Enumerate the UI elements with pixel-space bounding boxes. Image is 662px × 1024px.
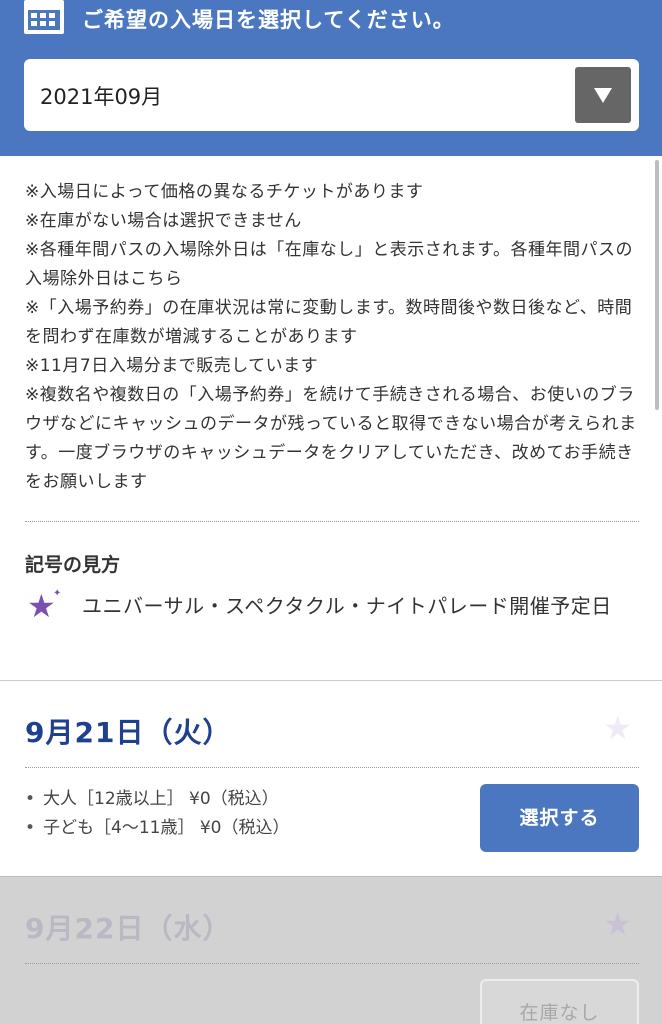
date-card-soldout: 9月22日（水） ★ 在庫なし: [0, 876, 662, 1024]
star-icon: ★: [603, 709, 632, 747]
date-selection-header: ご希望の入場日を選択してください。 2021年09月: [0, 0, 662, 156]
divider: [25, 963, 639, 964]
date-label: 9月22日（水）: [25, 912, 232, 945]
price-list: • 大人［12歳以上］ ¥0（税込） • 子ども［4〜11歳］ ¥0（税込）: [25, 785, 289, 843]
month-select[interactable]: 2021年09月: [24, 59, 639, 131]
legend-description: ユニバーサル・スペクタクル・ナイトパレード開催予定日: [82, 594, 612, 618]
notice-list: ※入場日によって価格の異なるチケットがあります ※在庫がない場合は選択できません…: [25, 178, 645, 497]
divider: [25, 521, 639, 522]
notice-item: ※入場日によって価格の異なるチケットがあります: [25, 182, 424, 202]
purple-star-icon: ★: [27, 587, 56, 625]
scrollbar[interactable]: [655, 160, 659, 410]
price-adult: 大人［12歳以上］ ¥0（税込）: [43, 789, 279, 809]
notice-item: ※複数名や複数日の「入場予約券」を続けて手続きされる場合、お使いのブラウザなどに…: [25, 385, 637, 492]
notice-item: ※11月7日入場分まで販売しています: [25, 356, 319, 376]
legend-title: 記号の見方: [25, 554, 121, 576]
month-select-value: 2021年09月: [40, 85, 163, 109]
price-item: • 子ども［4〜11歳］ ¥0（税込）: [25, 818, 290, 838]
date-card: 9月21日（火） ★ • 大人［12歳以上］ ¥0（税込） • 子ども［4〜11歳］…: [0, 680, 662, 876]
month-select-dropdown-button[interactable]: [575, 67, 631, 123]
sparkle-icon: ✦: [53, 588, 62, 599]
sold-out-button: 在庫なし: [480, 979, 639, 1024]
price-item: • 大人［12歳以上］ ¥0（税込）: [25, 789, 279, 809]
page-title: ご希望の入場日を選択してください。: [82, 8, 455, 32]
star-icon: ★: [603, 905, 632, 943]
price-child: 子ども［4〜11歳］ ¥0（税込）: [43, 818, 290, 838]
notice-item: ※各種年間パスの入場除外日は「在庫なし」と表示されます。各種年間パスの入場除外日…: [25, 240, 634, 289]
notice-item: ※在庫がない場合は選択できません: [25, 211, 302, 231]
select-date-button[interactable]: 選択する: [480, 784, 639, 852]
divider: [25, 767, 639, 768]
triangle-down-icon: [594, 88, 612, 103]
calendar-icon: [24, 0, 64, 34]
notice-item: ※「入場予約券」の在庫状況は常に変動します。数時間後や数日後など、時間を問わず在…: [25, 298, 633, 347]
date-label: 9月21日（火）: [25, 716, 232, 749]
